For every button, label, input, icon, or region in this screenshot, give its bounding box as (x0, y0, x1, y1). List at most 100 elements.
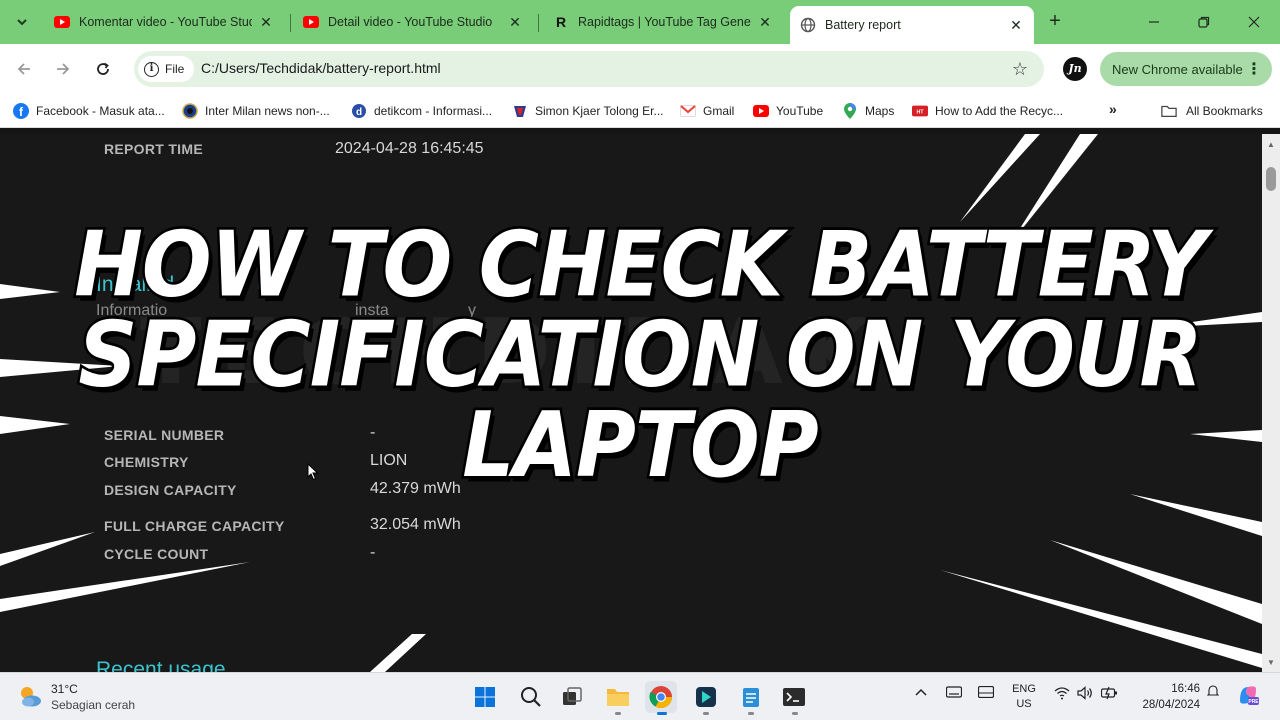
bookmark-label: Simon Kjaer Tolong Er... (535, 104, 664, 118)
installed-batteries-heading: Installed (96, 273, 175, 296)
taskbar-clock[interactable]: 16:46 28/04/2024 (1128, 681, 1200, 713)
full-charge-capacity-label: FULL CHARGE CAPACITY (104, 518, 285, 534)
more-bookmarks-icon[interactable]: » (1109, 101, 1117, 117)
file-explorer-button[interactable] (602, 681, 634, 713)
page-scrollbar[interactable]: ▲ ▼ (1262, 134, 1280, 672)
keyboard-icon[interactable] (945, 686, 963, 701)
forward-button[interactable] (50, 56, 76, 82)
taskbar-search-button[interactable] (515, 681, 547, 713)
bookmark-youtube[interactable]: YouTube (753, 102, 823, 120)
bookmark-detikcom[interactable]: d detikcom - Informasi... (351, 102, 492, 120)
weather-widget[interactable]: 31°C Sebagian cerah (16, 680, 156, 714)
minimize-button[interactable] (1132, 8, 1176, 36)
close-tab-icon[interactable]: ✕ (258, 14, 274, 30)
running-indicator (615, 712, 621, 715)
scroll-down-icon[interactable]: ▼ (1267, 658, 1275, 667)
reload-button[interactable] (90, 56, 116, 82)
design-capacity-value: 42.379 mWh (370, 480, 461, 497)
chemistry-value: LION (370, 452, 408, 469)
restore-icon (1198, 16, 1210, 28)
bookmark-label: Inter Milan news non-... (205, 104, 330, 118)
hp-icon: HT (912, 103, 928, 119)
terminal-icon (783, 688, 805, 706)
start-button[interactable] (469, 681, 501, 713)
battery-report-page: REPORT TIME 2024-04-28 16:45:45 Installe… (0, 134, 1262, 672)
close-window-button[interactable] (1232, 8, 1276, 36)
reload-icon (97, 62, 109, 75)
maps-icon (842, 103, 858, 119)
close-tab-icon[interactable]: ✕ (757, 14, 773, 30)
terminal-button[interactable] (778, 681, 810, 713)
close-tab-icon[interactable]: ✕ (1008, 17, 1024, 33)
tab-title: Komentar video - YouTube Studio (79, 15, 252, 29)
bookmark-label: Facebook - Masuk ata... (36, 104, 165, 118)
arrow-right-icon (57, 63, 70, 75)
clock-time: 16:46 (1171, 683, 1200, 695)
tab-battery-report[interactable]: Battery report ✕ (790, 6, 1034, 44)
weather-temperature: 31°C (51, 682, 78, 696)
bookmarks-bar: f Facebook - Masuk ata... Inter Milan ne… (0, 94, 1280, 128)
speed-lines-decoration (0, 134, 1262, 672)
profile-avatar[interactable]: Jn (1063, 57, 1087, 81)
wifi-icon[interactable] (1054, 686, 1070, 703)
svg-text:HT: HT (916, 110, 924, 116)
search-icon (521, 687, 541, 707)
report-time-label: REPORT TIME (104, 141, 203, 157)
info-icon: i (144, 61, 159, 77)
bookmark-maps[interactable]: Maps (842, 102, 894, 120)
copilot-icon[interactable]: PRE (1236, 683, 1260, 710)
bookmark-facebook[interactable]: f Facebook - Masuk ata... (13, 102, 165, 120)
close-icon (1248, 16, 1260, 28)
serial-number-value: - (370, 424, 376, 441)
bookmark-label: How to Add the Recyc... (935, 104, 1064, 118)
tab-search-button[interactable] (8, 8, 36, 36)
tab-komentar-video[interactable]: Komentar video - YouTube Studio ✕ (44, 6, 284, 38)
bookmark-recycle-bin[interactable]: HT How to Add the Recyc... (912, 102, 1063, 120)
chrome-taskbar-button[interactable] (645, 681, 677, 713)
serial-number-label: SERIAL NUMBER (104, 427, 225, 443)
report-time-value: 2024-04-28 16:45:45 (335, 140, 484, 157)
scroll-up-icon[interactable]: ▲ (1267, 140, 1275, 149)
youtube-icon (753, 103, 769, 119)
installed-subheading-mid: insta (355, 302, 389, 319)
tab-strip: Komentar video - YouTube Studio ✕ Detail… (0, 0, 1280, 44)
back-button[interactable] (11, 56, 37, 82)
detik-icon: d (351, 103, 367, 119)
update-chrome-button[interactable]: New Chrome available ⋮ (1100, 52, 1272, 86)
site-info-chip[interactable]: i File (138, 56, 195, 82)
tab-title: Rapidtags | YouTube Tag Generator (578, 15, 751, 29)
new-tab-button[interactable]: + (1044, 11, 1066, 33)
more-menu-icon[interactable]: ⋮ (1246, 59, 1262, 79)
region-code: US (1016, 698, 1032, 710)
bookmark-star-icon[interactable]: ☆ (1008, 57, 1032, 81)
show-hidden-icons-icon[interactable] (914, 686, 928, 703)
scrollbar-thumb[interactable] (1266, 167, 1276, 191)
folder-icon (607, 689, 629, 706)
notification-icon[interactable] (1206, 684, 1220, 701)
tab-rapidtags[interactable]: R Rapidtags | YouTube Tag Generator ✕ (543, 6, 783, 38)
restore-button[interactable] (1182, 8, 1226, 36)
url-text[interactable]: C:/Users/Techdidak/battery-report.html (201, 60, 441, 76)
battery-charging-icon[interactable] (1100, 686, 1119, 703)
volume-icon[interactable] (1077, 686, 1093, 703)
chrome-icon (649, 686, 672, 708)
bookmark-inter-milan[interactable]: Inter Milan news non-... (182, 102, 330, 120)
gmail-icon (680, 103, 696, 119)
facebook-icon: f (13, 103, 29, 119)
touchpad-icon[interactable] (977, 685, 995, 701)
rapidtags-icon: R (555, 14, 567, 30)
video-editor-button[interactable] (690, 681, 722, 713)
bookmark-label: detikcom - Informasi... (374, 104, 493, 118)
tab-detail-video[interactable]: Detail video - YouTube Studio ✕ (293, 6, 533, 38)
tab-title: Battery report (825, 18, 901, 32)
task-view-button[interactable] (556, 681, 588, 713)
all-bookmarks-button[interactable]: All Bookmarks (1161, 102, 1263, 120)
bookmark-gmail[interactable]: Gmail (680, 102, 734, 120)
input-language-indicator[interactable]: ENG US (1012, 682, 1036, 712)
youtube-icon (54, 14, 70, 30)
bookmark-simon-kjaer[interactable]: Simon Kjaer Tolong Er... (512, 102, 664, 120)
close-tab-icon[interactable]: ✕ (507, 14, 523, 30)
clock-date: 28/04/2024 (1142, 699, 1200, 711)
recent-usage-heading: Recent usage (96, 658, 226, 672)
notepad-button[interactable] (735, 681, 767, 713)
